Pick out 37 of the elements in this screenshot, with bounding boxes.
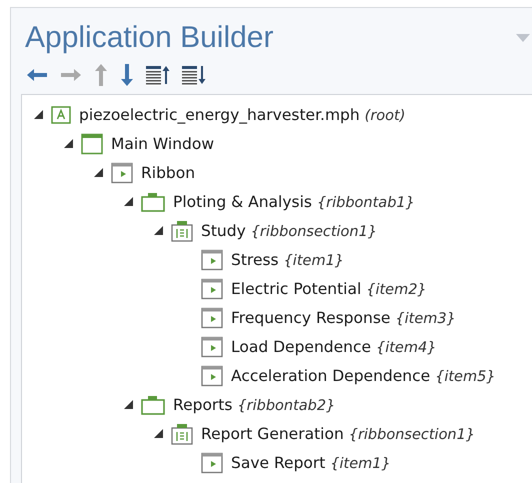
collapse-arrow-icon[interactable] [154,226,163,235]
tree-item-label[interactable]: Report Generation {ribbonsection1} [201,424,476,442]
folder-icon [141,394,165,414]
tree-item-label[interactable]: Frequency Response {item3} [231,308,456,326]
tree-item-label[interactable]: Save Report {item1} [231,454,391,472]
ribbon-item-icon [201,248,223,270]
tree-item-label[interactable]: Ploting & Analysis {ribbontab1} [173,192,415,210]
tree-item-label[interactable]: Load Dependence {item4} [231,338,436,356]
down-arrow-button[interactable] [119,63,135,87]
collapse-arrow-icon[interactable] [94,168,103,177]
collapse-arrow-icon[interactable] [124,197,133,206]
application-icon [51,104,71,124]
tree-item-label[interactable]: Study {ribbonsection1} [201,222,378,240]
window-icon [81,132,103,154]
tree-item-label[interactable]: Electric Potential {item2} [231,280,427,298]
ribbon-item-icon [201,336,223,358]
panel-title: Application Builder [25,20,274,56]
tree-item-label[interactable]: Ribbon [141,164,196,182]
section-icon [171,422,193,444]
folder-icon [141,192,165,212]
collapse-arrow-icon[interactable] [64,139,73,148]
collapse-arrow-icon[interactable] [154,429,163,438]
list-down-arrow-button[interactable] [181,64,207,86]
ribbon-item-icon [201,364,223,386]
tree-item-label[interactable]: Stress {item1} [231,250,344,268]
ribbon-item-icon [201,452,223,474]
tree-item-label[interactable]: piezoelectric_energy_harvester.mph (root) [79,106,406,124]
collapse-arrow-icon[interactable] [124,400,133,409]
collapse-arrow-icon[interactable] [34,110,43,119]
tree-item-label[interactable]: Acceleration Dependence {item5} [231,366,496,384]
section-icon [171,220,193,242]
ribbon-item-icon [111,162,133,184]
tree-item-label[interactable]: Reports {ribbontab2} [173,396,336,414]
list-up-arrow-button[interactable] [145,64,171,86]
ribbon-item-icon [201,278,223,300]
ribbon-item-icon [201,306,223,328]
tree-item-label[interactable]: Main Window [111,134,214,152]
